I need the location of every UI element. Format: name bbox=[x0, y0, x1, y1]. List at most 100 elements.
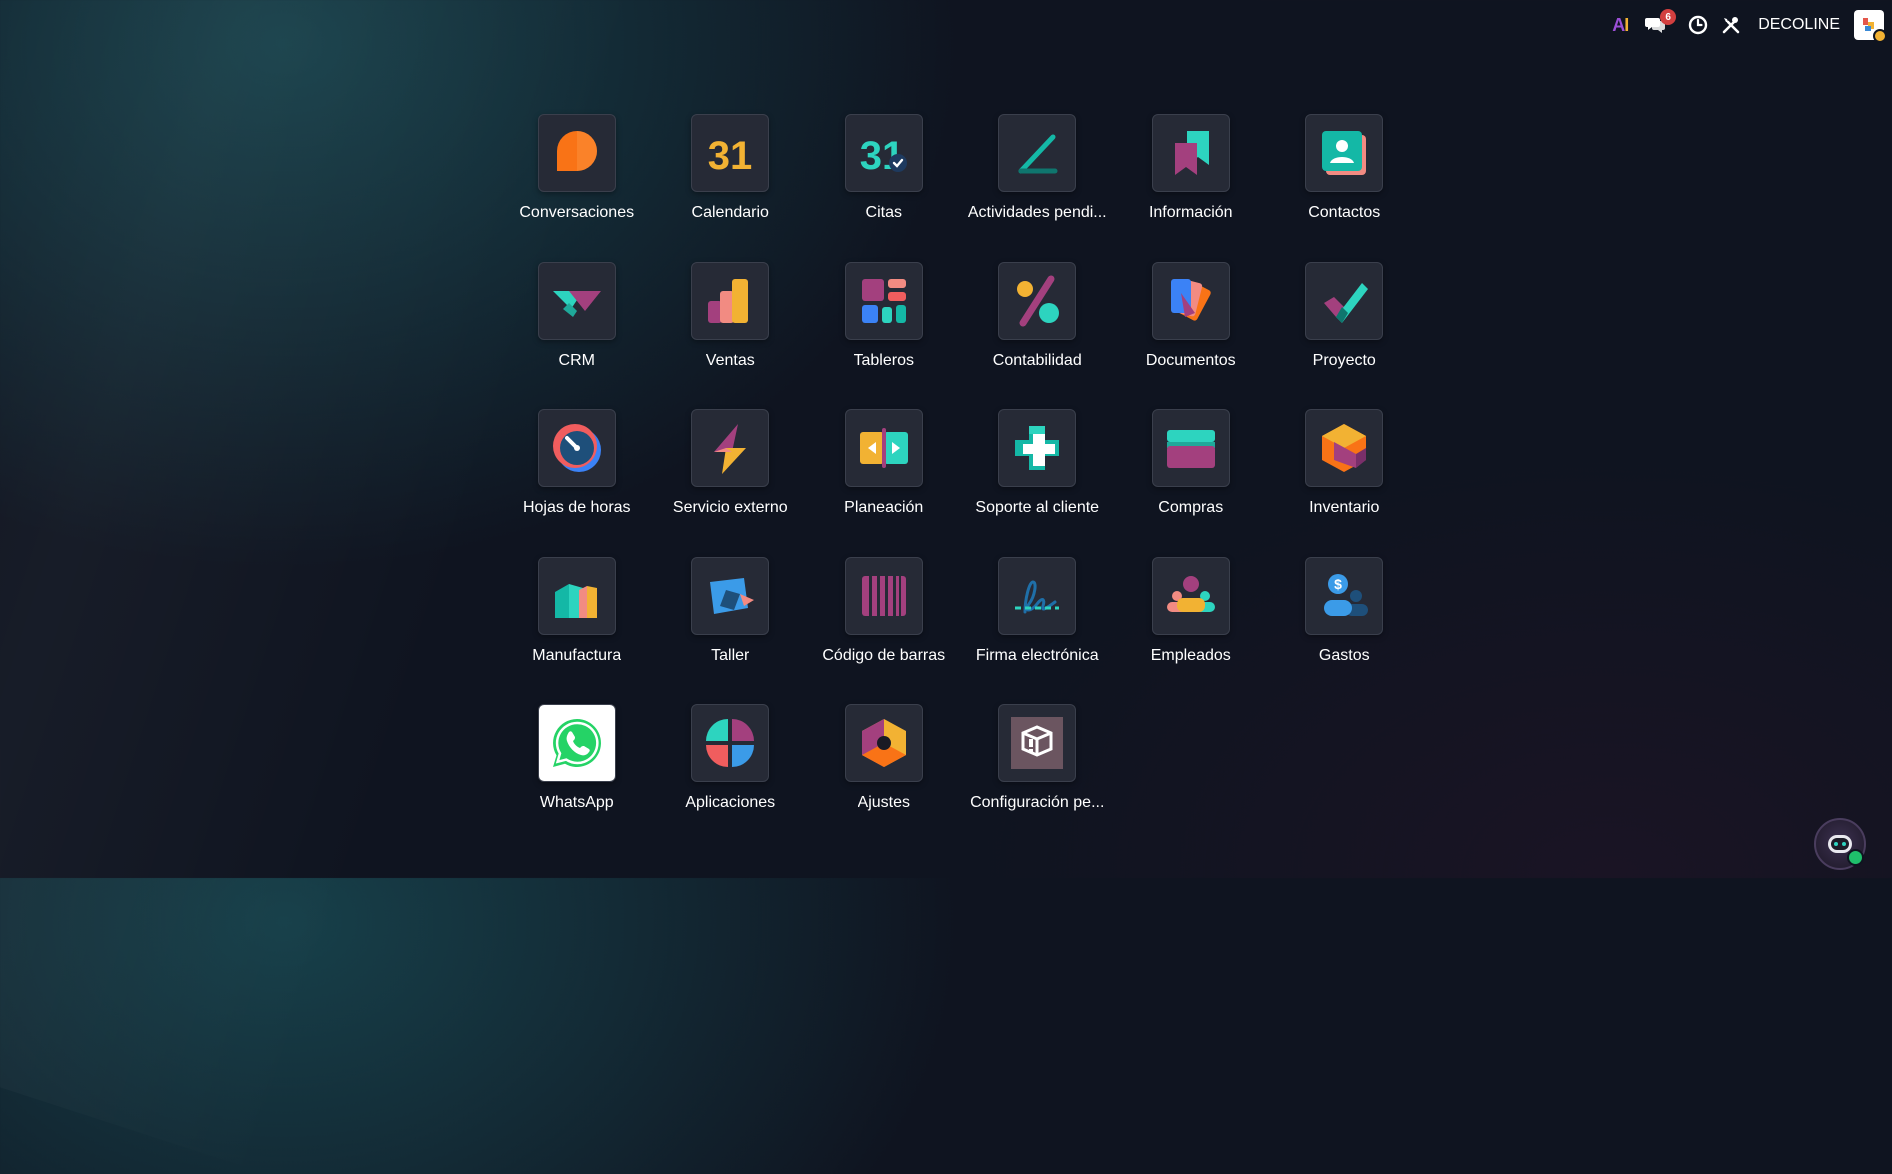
custom-config-icon bbox=[1011, 717, 1064, 769]
dashboards-icon bbox=[861, 278, 906, 323]
messages-button[interactable]: 6 bbox=[1644, 9, 1677, 41]
settings-icon bbox=[861, 719, 906, 767]
app-tile bbox=[998, 114, 1077, 192]
app-taller[interactable]: Taller bbox=[654, 556, 808, 705]
ai-button[interactable]: AI bbox=[1612, 9, 1629, 41]
app-label: Documentos bbox=[1145, 351, 1236, 369]
app-calendario[interactable]: 31 Calendario bbox=[654, 114, 808, 262]
documents-icon bbox=[1170, 278, 1211, 321]
app-tableros[interactable]: Tableros bbox=[807, 261, 961, 410]
ai-icon-a: A bbox=[1612, 14, 1625, 35]
inventory-icon bbox=[1322, 424, 1367, 472]
app-tile bbox=[844, 409, 923, 487]
app-actividades-pendientes[interactable]: Actividades pendi... bbox=[961, 114, 1115, 262]
app-label: Aplicaciones bbox=[685, 794, 776, 811]
app-label: Firma electrónica bbox=[975, 646, 1099, 664]
app-manufactura[interactable]: Manufactura bbox=[500, 556, 654, 705]
app-label: Citas bbox=[865, 204, 902, 221]
app-label: Contabilidad bbox=[992, 351, 1082, 369]
app-label: Soporte al cliente bbox=[975, 499, 1100, 516]
app-tile bbox=[1151, 261, 1230, 340]
app-tile bbox=[691, 261, 770, 340]
app-proyecto[interactable]: Proyecto bbox=[1268, 261, 1422, 410]
app-ventas[interactable]: Ventas bbox=[654, 261, 808, 410]
app-tile: 31 bbox=[691, 114, 770, 192]
app-label: Servicio externo bbox=[672, 499, 788, 516]
app-gastos[interactable]: $ Gastos bbox=[1268, 556, 1422, 705]
field-service-icon bbox=[714, 424, 747, 474]
accounting-icon bbox=[1017, 275, 1060, 326]
app-label: Planeación bbox=[844, 499, 924, 516]
contacts-icon bbox=[1322, 131, 1367, 175]
discuss-icon bbox=[556, 131, 597, 171]
app-informacion[interactable]: Información bbox=[1114, 114, 1268, 262]
user-menu[interactable] bbox=[1854, 9, 1887, 43]
app-citas[interactable]: 31 Citas bbox=[807, 114, 961, 262]
calendar-icon: 31 bbox=[708, 134, 753, 178]
app-conversaciones[interactable]: Conversaciones bbox=[500, 114, 654, 262]
barcode-icon bbox=[861, 575, 906, 616]
online-status-dot bbox=[1847, 849, 1864, 866]
app-label: Contactos bbox=[1308, 204, 1381, 221]
clock-icon bbox=[1689, 15, 1708, 35]
whatsapp-icon bbox=[552, 719, 601, 767]
app-label: Código de barras bbox=[822, 646, 946, 664]
appointments-icon: 31 bbox=[860, 134, 907, 178]
app-servicio-externo[interactable]: Servicio externo bbox=[654, 409, 808, 557]
app-tile bbox=[998, 409, 1077, 487]
purchase-icon bbox=[1166, 430, 1215, 468]
app-codigo-de-barras[interactable]: Código de barras bbox=[807, 556, 961, 705]
app-label: Conversaciones bbox=[519, 204, 635, 221]
app-label: Hojas de horas bbox=[522, 499, 631, 516]
app-tile bbox=[998, 704, 1077, 782]
app-label: Información bbox=[1148, 204, 1233, 221]
app-tile bbox=[1151, 114, 1230, 192]
app-inventario[interactable]: Inventario bbox=[1268, 409, 1422, 557]
app-soporte-al-cliente[interactable]: Soporte al cliente bbox=[961, 409, 1115, 557]
app-tile bbox=[844, 261, 923, 340]
app-label: Actividades pendi... bbox=[967, 204, 1107, 221]
svg-text:$: $ bbox=[1334, 576, 1342, 592]
app-tile bbox=[1305, 409, 1384, 487]
manufacturing-icon bbox=[554, 583, 597, 618]
debug-tools-button[interactable] bbox=[1722, 9, 1740, 41]
app-contactos[interactable]: Contactos bbox=[1268, 114, 1422, 262]
activities-clock-button[interactable] bbox=[1688, 9, 1708, 41]
app-aplicaciones[interactable]: Aplicaciones bbox=[654, 704, 808, 852]
app-planeacion[interactable]: Planeación bbox=[807, 409, 961, 557]
helpdesk-icon bbox=[1015, 426, 1060, 470]
app-label: Configuración pe... bbox=[970, 794, 1105, 811]
app-firma-electronica[interactable]: Firma electrónica bbox=[961, 556, 1115, 705]
assistant-bot-button[interactable] bbox=[1814, 818, 1866, 870]
tools-icon bbox=[1722, 17, 1740, 34]
knowledge-icon bbox=[1174, 131, 1209, 175]
app-label: Ajustes bbox=[857, 794, 910, 811]
app-contabilidad[interactable]: Contabilidad bbox=[961, 261, 1115, 410]
sign-icon bbox=[1015, 579, 1060, 613]
app-empleados[interactable]: Empleados bbox=[1114, 556, 1268, 705]
app-documentos[interactable]: Documentos bbox=[1114, 261, 1268, 410]
planning-icon bbox=[859, 428, 908, 468]
app-tile bbox=[844, 704, 923, 782]
app-tile bbox=[844, 556, 923, 635]
app-tile bbox=[691, 704, 770, 782]
app-tile bbox=[1305, 114, 1384, 192]
app-tile bbox=[1305, 261, 1384, 340]
app-configuracion-personalizada[interactable]: Configuración pe... bbox=[961, 704, 1115, 852]
timesheets-icon bbox=[552, 424, 601, 472]
systray: AI 6 DECOLINE bbox=[1612, 8, 1887, 43]
expenses-icon: $ bbox=[1324, 573, 1369, 616]
company-switcher[interactable]: DECOLINE bbox=[1758, 9, 1840, 41]
app-whatsapp[interactable]: WhatsApp bbox=[500, 704, 654, 852]
app-tile bbox=[691, 409, 770, 487]
app-tile bbox=[537, 409, 616, 487]
app-tile bbox=[537, 556, 616, 635]
app-tile bbox=[691, 556, 770, 635]
apps-icon bbox=[706, 719, 755, 767]
app-crm[interactable]: CRM bbox=[500, 261, 654, 410]
app-hojas-de-horas[interactable]: Hojas de horas bbox=[500, 409, 654, 557]
app-label: Tableros bbox=[853, 351, 914, 369]
app-tile bbox=[537, 114, 616, 192]
app-compras[interactable]: Compras bbox=[1114, 409, 1268, 557]
app-ajustes[interactable]: Ajustes bbox=[807, 704, 961, 852]
